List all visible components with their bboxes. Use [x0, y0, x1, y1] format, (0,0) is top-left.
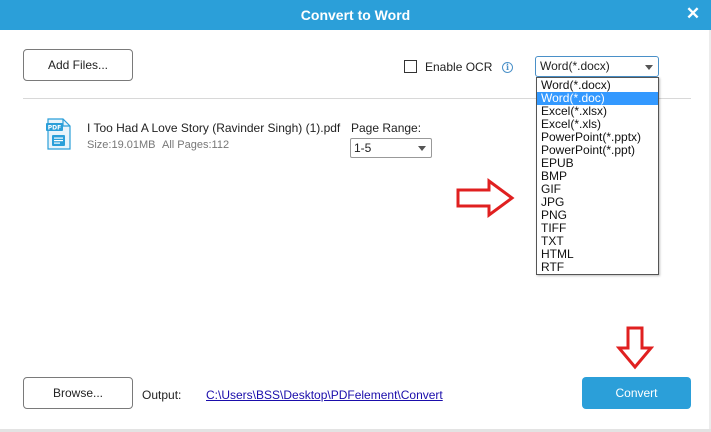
output-label: Output:: [142, 388, 182, 402]
add-files-button[interactable]: Add Files...: [23, 49, 133, 81]
pdf-file-icon: PDF: [46, 118, 71, 150]
chevron-down-icon: [418, 146, 426, 151]
page-range-value: 1-5: [354, 141, 372, 155]
browse-button[interactable]: Browse...: [23, 377, 133, 409]
close-icon[interactable]: ✕: [683, 4, 703, 24]
red-arrow-right-annotation: [456, 178, 515, 218]
output-path-link[interactable]: C:\Users\BSS\Desktop\PDFelement\Convert: [206, 388, 443, 402]
page-range-select[interactable]: 1-5: [350, 138, 432, 158]
file-name: I Too Had A Love Story (Ravinder Singh) …: [87, 121, 341, 135]
output-format-dropdown-list[interactable]: Word(*.docx) Word(*.doc) Excel(*.xlsx) Exce…: [536, 77, 659, 275]
convert-button[interactable]: Convert: [582, 377, 691, 409]
svg-text:PDF: PDF: [48, 125, 61, 132]
red-arrow-down-annotation: [616, 326, 654, 370]
chevron-down-icon: [645, 65, 653, 70]
file-page-count: All Pages:112: [162, 139, 230, 151]
enable-ocr-label[interactable]: Enable OCR: [425, 60, 492, 74]
page-range-label: Page Range:: [351, 121, 422, 135]
output-format-select[interactable]: Word(*.docx): [535, 56, 659, 77]
output-format-value: Word(*.docx): [540, 59, 610, 73]
info-icon[interactable]: i: [502, 62, 513, 73]
format-option[interactable]: RTF: [537, 261, 658, 274]
window-title: Convert to Word: [300, 7, 411, 23]
enable-ocr-checkbox[interactable]: [404, 60, 417, 73]
file-size: Size:19.01MB: [87, 139, 156, 151]
